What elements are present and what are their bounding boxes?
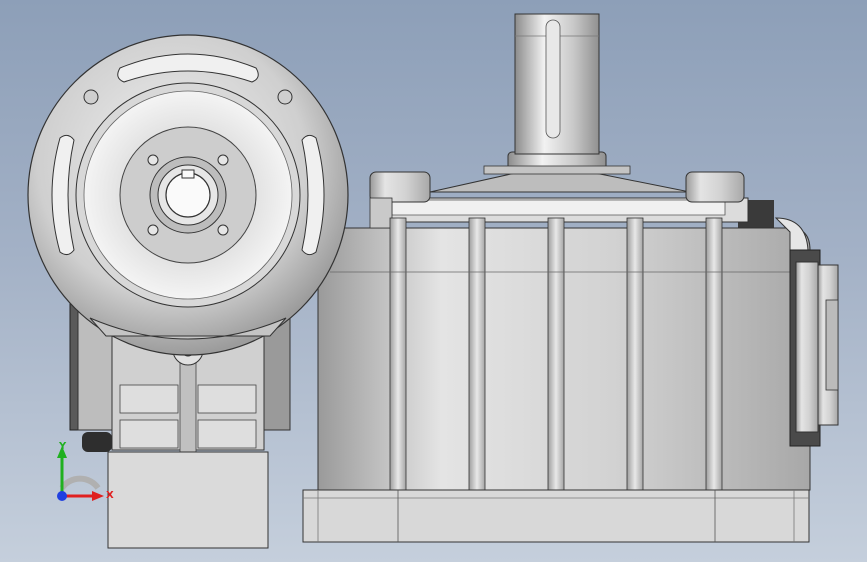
triad-axes-icon [57, 446, 104, 501]
coordinate-triad: Y X [40, 436, 120, 516]
x-axis-label: X [106, 490, 114, 501]
main-housing[interactable] [302, 171, 811, 543]
graphics-viewport[interactable]: Y X [0, 0, 867, 562]
gear-reducer-model[interactable] [0, 0, 867, 562]
y-axis-label: Y [59, 441, 67, 452]
input-flange[interactable] [27, 34, 349, 356]
side-bearing-cap[interactable] [789, 249, 839, 447]
output-shaft[interactable] [483, 13, 631, 175]
